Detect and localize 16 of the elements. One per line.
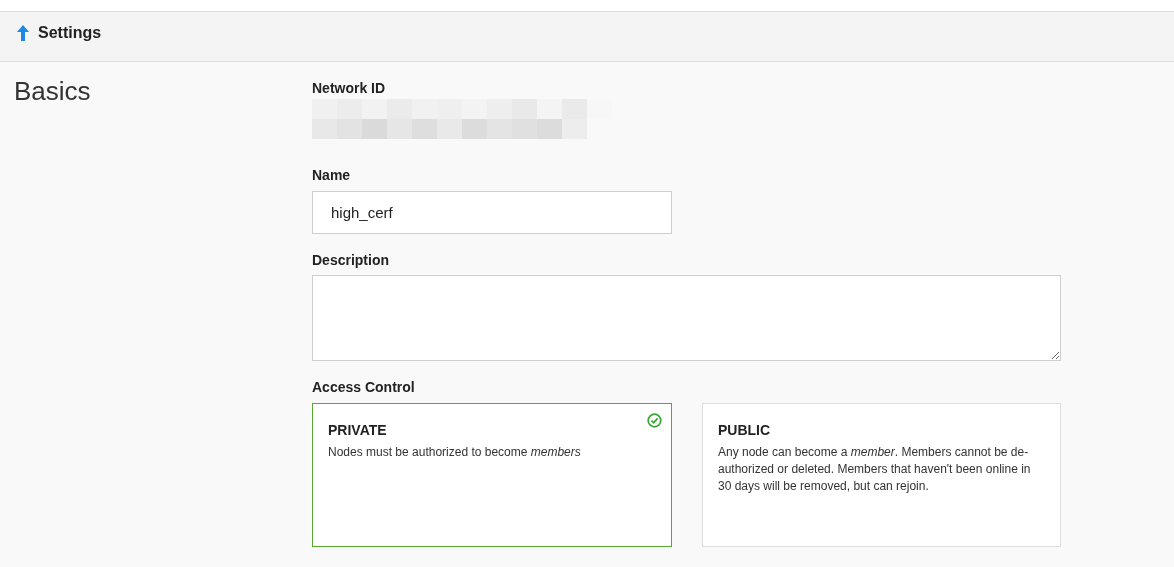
field-label: Access Control	[312, 379, 415, 395]
access-option-card[interactable]: PRIVATE Nodes must be authorized to become members	[312, 403, 672, 547]
field-label: Name	[312, 167, 351, 183]
field-label: Network ID	[312, 80, 386, 96]
option-description: Nodes must be authorized to become members	[328, 444, 582, 461]
description-input[interactable]	[312, 275, 1061, 361]
field-label: Description	[312, 252, 389, 268]
access-option-card[interactable]: PUBLIC Any node can become a member. Members cannot be de-authorized or deleted. Members that haven't been online in 30 days will be removed, but can rejoin.	[702, 403, 1061, 547]
name-input[interactable]: high_cerf	[312, 191, 672, 234]
header-title: Settings	[38, 23, 102, 42]
check-circle-icon	[647, 413, 662, 428]
option-title: PRIVATE	[328, 422, 388, 438]
up-arrow-icon	[17, 24, 29, 41]
option-title: PUBLIC	[718, 422, 772, 438]
option-description: Any node can become a member. Members cannot be de-authorized or deleted. Members that haven't been online in 30 days will be removed, but can rejoin.	[718, 444, 1032, 495]
section-title: Basics	[14, 76, 91, 106]
